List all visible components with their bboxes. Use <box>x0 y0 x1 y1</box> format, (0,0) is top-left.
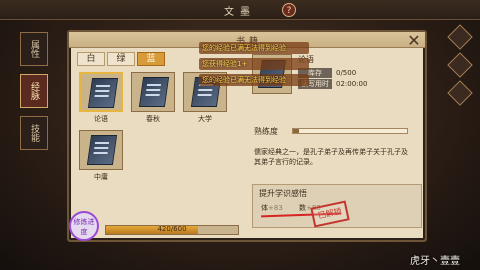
diamond-ornament-icon <box>447 24 473 50</box>
gain-value: +83 <box>268 204 283 212</box>
book-card <box>131 72 175 112</box>
tab-white[interactable]: 白 <box>77 52 105 66</box>
message-3: 您的经验已满无法得到经验 <box>199 74 309 86</box>
cultivation-tag[interactable]: 修炼进度 <box>69 211 99 241</box>
nav-meridians[interactable]: 经脉 <box>20 74 48 108</box>
gain-label: 数 <box>299 204 306 212</box>
message-2: 您获得经验1+ <box>199 58 309 70</box>
streamer-watermark: 虎牙丶壹壹 <box>410 256 460 267</box>
close-icon[interactable]: ✕ <box>405 32 423 50</box>
diamond-ornament-icon <box>447 80 473 106</box>
right-decoration <box>447 24 473 136</box>
stock-value: 0/500 <box>336 69 357 77</box>
bottom-progress-text: 420/600 <box>157 225 187 233</box>
bottom-progress-bar: 420/600 <box>105 225 239 235</box>
book-card <box>79 130 123 170</box>
read-time-value: 02:00:00 <box>336 80 368 88</box>
book-name: 论语 <box>94 115 108 123</box>
book-name: 中庸 <box>94 173 108 181</box>
proficiency-label: 熟练度 <box>254 127 278 136</box>
tab-blue[interactable]: 蓝 <box>137 52 165 66</box>
book-card <box>79 72 123 112</box>
book-item-chunqiu[interactable]: 春秋 <box>131 72 175 124</box>
screen-title: 文墨 <box>224 7 256 18</box>
book-name: 大学 <box>198 115 212 123</box>
gain-label: 体 <box>261 204 268 212</box>
nav-attributes[interactable]: 属性 <box>20 32 48 66</box>
floating-messages: 您的经验已满无法得到经验 您获得经验1+ 您的经验已满无法得到经验 <box>199 42 309 90</box>
book-name: 春秋 <box>146 115 160 123</box>
book-icon <box>138 77 170 107</box>
book-grid: 论语 春秋 大学 中庸 <box>75 72 235 202</box>
book-item-lunyu[interactable]: 论语 <box>79 72 123 124</box>
gain-title: 提升学识感悟 <box>259 189 307 198</box>
book-description: 儒家经典之一，是孔子弟子及再传弟子关于孔子及其弟子言行的记录。 <box>254 148 408 166</box>
proficiency-bar <box>292 128 408 134</box>
proficiency-fill <box>293 129 299 133</box>
message-1: 您的经验已满无法得到经验 <box>199 42 309 54</box>
diamond-ornament-icon <box>447 52 473 78</box>
nav-skills[interactable]: 技能 <box>20 116 48 150</box>
book-item-zhongyong[interactable]: 中庸 <box>79 130 123 182</box>
help-icon[interactable]: ? <box>282 3 296 17</box>
top-bar: 文墨 ? <box>0 0 480 20</box>
book-icon <box>87 78 119 108</box>
book-icon <box>86 135 118 165</box>
gain-item-1: 体+83 <box>261 203 283 213</box>
tab-green[interactable]: 绿 <box>107 52 135 66</box>
left-nav: 属性 经脉 技能 <box>20 32 48 158</box>
